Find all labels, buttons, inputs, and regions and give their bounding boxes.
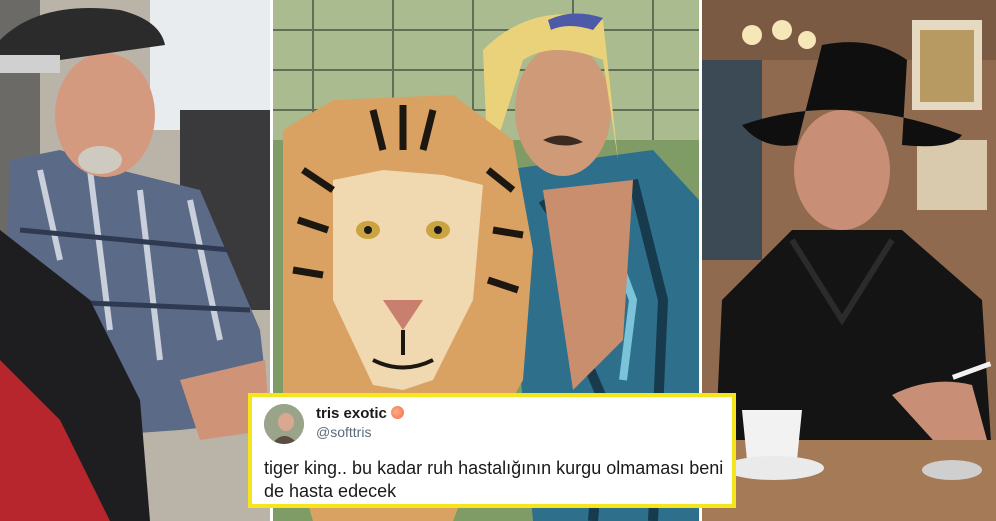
peach-icon: [390, 406, 404, 419]
display-name-text: tris exotic: [316, 405, 387, 422]
username-handle[interactable]: @softtris: [316, 424, 371, 440]
avatar[interactable]: [264, 404, 304, 444]
tweet-card: tris exotic @softtris tiger king.. bu ka…: [248, 393, 736, 508]
left-photo-man-in-car: [0, 0, 270, 521]
display-name[interactable]: tris exotic: [316, 405, 404, 422]
right-photo-man-in-hat: [702, 0, 996, 521]
tweet-text: tiger king.. bu kadar ruh hastalığının k…: [264, 458, 724, 501]
